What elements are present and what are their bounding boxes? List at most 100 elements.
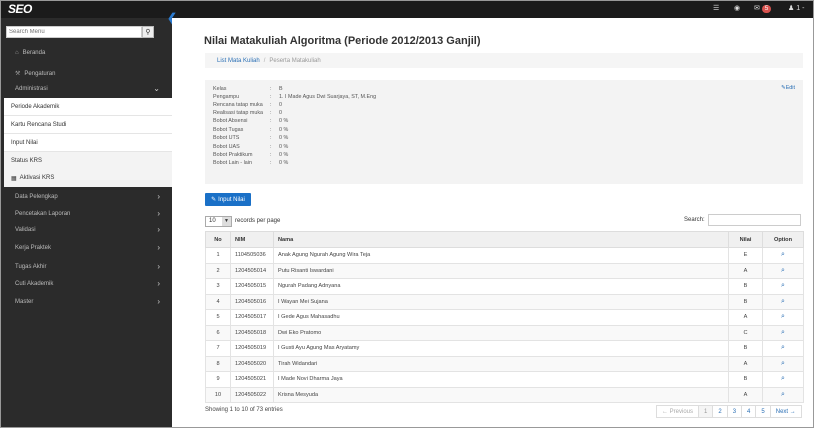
table-body: 1 1104505036 Anak Agung Ngurah Agung Wira … <box>205 247 804 403</box>
view-detail-icon[interactable]: ⌕ <box>781 344 785 351</box>
input-nilai-button[interactable]: ✎ Input Nilai <box>205 193 251 206</box>
select-value: 10 <box>209 218 216 224</box>
info-value: 0 % <box>279 144 289 150</box>
cell-option: ⌕ <box>762 309 804 326</box>
sidebar-item-kerja-praktek[interactable]: Kerja Praktek › <box>1 237 172 258</box>
edit-link[interactable]: ✎Edit <box>781 85 795 91</box>
cell-nama: Krisna Mesyuda <box>273 386 729 403</box>
info-row: Realisasi tatap muka:0 <box>213 110 282 116</box>
view-detail-icon[interactable]: ⌕ <box>781 251 785 258</box>
view-detail-icon[interactable]: ⌕ <box>781 329 785 336</box>
column-header-nama[interactable]: Nama <box>273 231 729 248</box>
cell-no: 4 <box>205 293 231 310</box>
column-header-nim[interactable]: NIM <box>230 231 274 248</box>
submenu-kartu-rencana-studi[interactable]: Kartu Rencana Studi <box>4 116 172 134</box>
view-detail-icon[interactable]: ⌕ <box>781 267 785 274</box>
info-row: Bobot UTS:0 % <box>213 135 289 141</box>
pagination-page-2[interactable]: 2 <box>712 405 728 418</box>
sidebar-item-label: Tugas Akhir <box>15 263 47 270</box>
cell-option: ⌕ <box>762 355 804 372</box>
cell-no: 8 <box>205 355 231 372</box>
cell-nim: 1204505020 <box>230 355 274 372</box>
pencil-icon: ✎ <box>211 197 217 203</box>
cell-nilai: A <box>728 355 763 372</box>
column-header-option[interactable]: Option <box>762 231 804 248</box>
cell-option: ⌕ <box>762 340 804 357</box>
breadcrumb-link[interactable]: List Mata Kuliah <box>217 58 260 64</box>
search-menu-input[interactable] <box>6 26 142 38</box>
pagination-next[interactable]: Next → <box>769 405 802 418</box>
sidebar-item-label: Data Pelengkap <box>15 193 58 200</box>
pagination: ← Previous 1 2 3 4 5 Next → <box>656 405 802 418</box>
table-search-input[interactable] <box>707 214 801 226</box>
sidebar-item-label: Cuti Akademik <box>15 280 54 287</box>
submenu-label: Input Nilai <box>11 139 38 146</box>
chevron-right-icon: › <box>157 243 160 252</box>
table-row: 6 1204505018 Dwi Eko Pratomo C ⌕ <box>205 324 804 341</box>
sidebar-item-master[interactable]: Master › <box>1 291 172 312</box>
info-value: 0 % <box>279 160 289 166</box>
user-menu[interactable]: ♟ 1 - <box>788 4 804 12</box>
cell-nim: 1204505022 <box>230 386 274 403</box>
pagination-page-4[interactable]: 4 <box>741 405 757 418</box>
sidebar: ⚲ ⌂Beranda ⚒Pengaturan Administrasi ⌄ Per… <box>1 18 172 427</box>
list-icon[interactable]: ☰ <box>713 4 719 12</box>
info-value: B <box>279 86 283 92</box>
chevron-down-icon: ▼ <box>222 216 231 226</box>
cell-nama: I Made Novi Dharma Jaya <box>273 371 729 388</box>
breadcrumb: List Mata Kuliah / Peserta Matakuliah <box>205 53 803 68</box>
table-row: 9 1204505021 I Made Novi Dharma Jaya B ⌕ <box>205 371 804 388</box>
cell-nilai: E <box>728 247 763 264</box>
info-key: Bobot UAS <box>213 144 240 150</box>
sidebar-item-label: Master <box>15 298 34 305</box>
view-detail-icon[interactable]: ⌕ <box>781 375 785 382</box>
message-count-badge: 5 <box>761 5 772 13</box>
info-value: 0 <box>279 110 282 116</box>
view-detail-icon[interactable]: ⌕ <box>781 298 785 305</box>
submenu-input-nilai[interactable]: Input Nilai <box>4 134 172 152</box>
info-key: Realisasi tatap muka <box>213 110 264 116</box>
sidebar-item-administrasi[interactable]: Administrasi ⌄ <box>1 78 172 99</box>
table-row: 1 1104505036 Anak Agung Ngurah Agung Wira … <box>205 247 804 264</box>
submenu-aktivasi-krs[interactable]: ▦ Aktivasi KRS <box>4 169 172 187</box>
table-info: Showing 1 to 10 of 73 entries <box>205 407 283 413</box>
info-row: Kelas: B <box>213 86 283 92</box>
wrench-icon: ⚒ <box>15 71 21 77</box>
sidebar-item-beranda[interactable]: ⌂ Beranda <box>1 42 172 63</box>
pagination-page-3[interactable]: 3 <box>726 405 743 418</box>
globe-icon[interactable]: ◉ <box>734 4 740 12</box>
info-value: 0 <box>279 102 282 108</box>
search-button[interactable]: ⚲ <box>142 26 154 38</box>
submenu-label: Status KRS <box>11 157 43 164</box>
cell-nim: 1204505021 <box>230 371 274 388</box>
cell-nama: I Gede Agus Mahasadhu <box>273 309 729 326</box>
view-detail-icon[interactable]: ⌕ <box>781 360 785 367</box>
submenu-status-krs[interactable]: Status KRS <box>4 152 172 170</box>
info-row: Bobot UAS:0 % <box>213 144 289 150</box>
column-header-no[interactable]: No <box>205 231 231 248</box>
info-row: Pengampu:1. I Made Agus Dwi Suarjaya, ST… <box>213 94 377 100</box>
pagination-previous[interactable]: ← Previous <box>656 405 700 418</box>
info-row: Bobot Absensi:0 % <box>213 118 289 124</box>
cell-option: ⌕ <box>762 278 804 295</box>
cell-nama: Putu Risanti Iswardani <box>273 262 729 279</box>
messages-menu[interactable]: ✉ 5 <box>754 4 772 13</box>
column-header-nilai[interactable]: Nilai <box>728 231 763 248</box>
info-value: 0 % <box>279 127 289 133</box>
submenu-periode-akademik[interactable]: Periode Akademik <box>4 98 172 116</box>
info-key: Rencana tatap muka <box>213 102 263 108</box>
chevron-right-icon: › <box>157 297 160 306</box>
table-header-row: No NIM Nama Nilai Option <box>205 231 804 248</box>
chevron-right-icon: › <box>157 209 160 218</box>
pagination-page-5[interactable]: 5 <box>755 405 771 418</box>
brand-logo[interactable]: SEO <box>8 2 32 16</box>
view-detail-icon[interactable]: ⌕ <box>781 313 785 320</box>
cell-no: 2 <box>205 262 231 279</box>
view-detail-icon[interactable]: ⌕ <box>781 282 785 289</box>
cell-nilai: B <box>728 340 763 357</box>
pagination-page-1[interactable]: 1 <box>698 405 714 418</box>
info-key: Bobot Lain - lain <box>213 160 252 166</box>
view-detail-icon[interactable]: ⌕ <box>781 391 785 398</box>
cell-no: 6 <box>205 324 231 341</box>
records-per-page-select[interactable]: 10 ▼ <box>205 215 232 227</box>
